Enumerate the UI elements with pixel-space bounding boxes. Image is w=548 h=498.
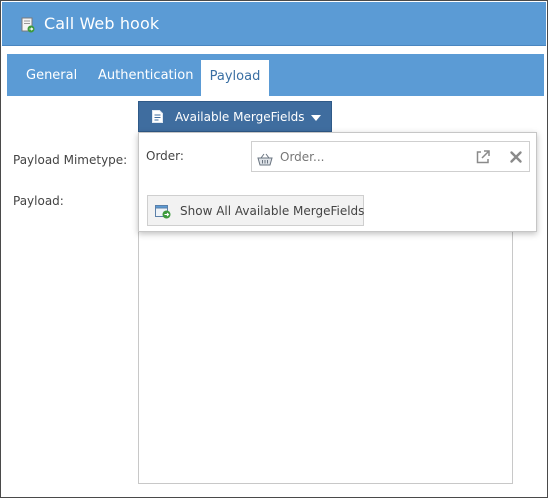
dialog-title: Call Web hook bbox=[44, 14, 160, 33]
order-lookup-field[interactable]: Order... bbox=[251, 141, 530, 172]
tab-authentication[interactable]: Authentication bbox=[98, 54, 193, 96]
external-link-icon[interactable] bbox=[475, 149, 491, 165]
tab-bar: General Authentication Payload bbox=[7, 54, 544, 96]
available-mergefields-button[interactable]: Available MergeFields bbox=[138, 101, 332, 132]
call-webhook-dialog: Call Web hook General Authentication Pay… bbox=[0, 0, 548, 498]
order-label: Order: bbox=[146, 149, 184, 163]
webhook-action-icon bbox=[21, 17, 35, 33]
payload-label: Payload: bbox=[13, 194, 64, 208]
basket-icon bbox=[257, 151, 273, 166]
show-all-mergefields-button[interactable]: Show All Available MergeFields bbox=[147, 195, 364, 226]
chevron-down-icon bbox=[311, 115, 321, 121]
available-mergefields-label: Available MergeFields bbox=[175, 110, 305, 124]
order-placeholder: Order... bbox=[280, 150, 325, 164]
insert-icon bbox=[155, 205, 171, 219]
mergefields-dropdown: Order: Order... Show All Available Merge… bbox=[138, 132, 537, 232]
tab-general[interactable]: General bbox=[26, 54, 77, 96]
tab-payload[interactable]: Payload bbox=[201, 60, 269, 96]
titlebar: Call Web hook bbox=[2, 2, 546, 46]
close-icon[interactable] bbox=[508, 149, 524, 165]
document-icon bbox=[152, 110, 163, 123]
show-all-mergefields-label: Show All Available MergeFields bbox=[180, 204, 365, 218]
payload-mimetype-label: Payload Mimetype: bbox=[13, 153, 128, 167]
